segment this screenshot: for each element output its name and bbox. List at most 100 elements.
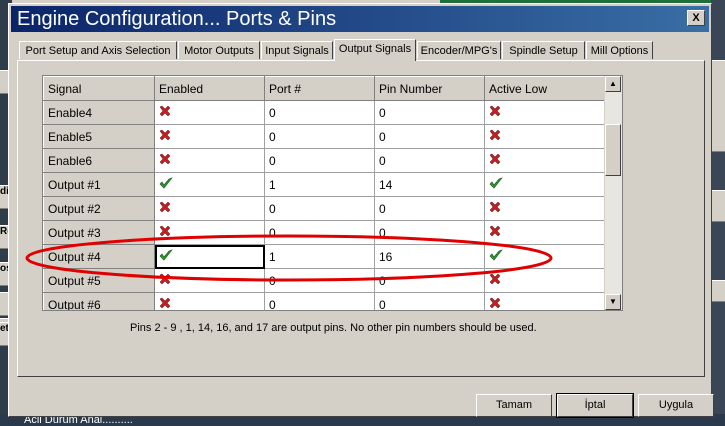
background-right-block [711, 280, 725, 302]
check-icon[interactable] [489, 177, 503, 192]
title-bar[interactable]: Engine Configuration... Ports & Pins X [11, 6, 709, 32]
apply-button[interactable]: Uygula [638, 394, 714, 417]
scroll-down-button[interactable]: ▼ [605, 294, 621, 310]
cell-signal[interactable]: Enable6 [43, 148, 155, 173]
table-row[interactable]: Output #2 0 0 [43, 196, 606, 221]
tab-motor-outputs[interactable]: Motor Outputs [178, 41, 260, 59]
cell-enabled[interactable] [154, 244, 265, 269]
table-row[interactable]: Output #5 0 0 [43, 268, 606, 293]
cell-port[interactable]: 0 [264, 100, 375, 125]
tab-input-signals[interactable]: Input Signals [261, 41, 333, 59]
cell-enabled[interactable] [154, 196, 265, 221]
cell-active-low[interactable] [484, 268, 606, 293]
table-row[interactable]: Output #4 1 16 [43, 244, 606, 269]
tab-encoder-mpg[interactable]: Encoder/MPG's [417, 41, 501, 59]
x-icon[interactable] [159, 201, 171, 216]
output-signals-grid[interactable]: Signal Enabled Port # Pin Number Active … [42, 75, 623, 311]
cell-enabled[interactable] [154, 220, 265, 245]
vertical-scrollbar[interactable]: ▲ ▼ [604, 76, 622, 310]
x-icon[interactable] [489, 153, 501, 168]
cell-pin[interactable]: 0 [374, 100, 485, 125]
cell-pin[interactable]: 14 [374, 172, 485, 197]
table-row[interactable]: Enable6 0 0 [43, 148, 606, 173]
cell-signal[interactable]: Enable4 [43, 100, 155, 125]
cell-pin[interactable]: 0 [374, 268, 485, 293]
x-icon[interactable] [489, 273, 501, 288]
x-icon[interactable] [489, 105, 501, 120]
scroll-thumb[interactable] [605, 124, 621, 176]
cell-active-low[interactable] [484, 124, 606, 149]
cell-active-low[interactable] [484, 172, 606, 197]
cancel-button[interactable]: İptal [556, 393, 634, 418]
cell-pin[interactable]: 0 [374, 124, 485, 149]
output-pins-note: Pins 2 - 9 , 1, 14, 16, and 17 are outpu… [130, 322, 537, 334]
cell-enabled[interactable] [154, 172, 265, 197]
cell-active-low[interactable] [484, 244, 606, 269]
cell-pin[interactable]: 0 [374, 148, 485, 173]
cell-pin[interactable]: 0 [374, 196, 485, 221]
cell-enabled[interactable] [154, 148, 265, 173]
table-row[interactable]: Output #6 0 0 [43, 292, 606, 310]
cell-signal[interactable]: Output #6 [43, 292, 155, 310]
x-icon[interactable] [159, 105, 171, 120]
cell-enabled[interactable] [154, 292, 265, 310]
table-header-row: Signal Enabled Port # Pin Number Active … [43, 76, 606, 101]
cell-port[interactable]: 0 [264, 268, 375, 293]
check-icon[interactable] [159, 249, 173, 264]
cell-signal[interactable]: Output #1 [43, 172, 155, 197]
cell-signal[interactable]: Enable5 [43, 124, 155, 149]
column-header-port[interactable]: Port # [264, 76, 375, 101]
cell-signal[interactable]: Output #4 [43, 244, 155, 269]
tab-spindle-setup[interactable]: Spindle Setup [502, 41, 585, 59]
cell-port[interactable]: 0 [264, 196, 375, 221]
cell-port[interactable]: 0 [264, 148, 375, 173]
close-button[interactable]: X [687, 10, 705, 26]
signals-table: Signal Enabled Port # Pin Number Active … [43, 76, 606, 310]
cell-port[interactable]: 1 [264, 172, 375, 197]
cell-signal[interactable]: Output #2 [43, 196, 155, 221]
tab-mill-options[interactable]: Mill Options [586, 41, 653, 59]
cell-signal[interactable]: Output #5 [43, 268, 155, 293]
x-icon[interactable] [489, 129, 501, 144]
tab-output-signals[interactable]: Output Signals [334, 39, 416, 61]
cell-signal[interactable]: Output #3 [43, 220, 155, 245]
cell-enabled[interactable] [154, 100, 265, 125]
table-row[interactable]: Output #1 1 14 [43, 172, 606, 197]
x-icon[interactable] [159, 153, 171, 168]
cell-port[interactable]: 0 [264, 292, 375, 310]
ok-button[interactable]: Tamam [476, 394, 552, 417]
table-row[interactable]: Output #3 0 0 [43, 220, 606, 245]
background-right-panel [711, 0, 725, 426]
column-header-active-low[interactable]: Active Low [484, 76, 606, 101]
column-header-signal[interactable]: Signal [43, 76, 155, 101]
cell-active-low[interactable] [484, 100, 606, 125]
engine-config-dialog: Engine Configuration... Ports & Pins X P… [8, 3, 714, 418]
check-icon[interactable] [159, 177, 173, 192]
cell-active-low[interactable] [484, 196, 606, 221]
scroll-up-button[interactable]: ▲ [605, 76, 621, 92]
tab-port-setup[interactable]: Port Setup and Axis Selection [19, 41, 177, 59]
table-row[interactable]: Enable4 0 0 [43, 100, 606, 125]
cell-port[interactable]: 0 [264, 124, 375, 149]
x-icon[interactable] [489, 297, 501, 310]
cell-active-low[interactable] [484, 292, 606, 310]
x-icon[interactable] [159, 297, 171, 310]
x-icon[interactable] [159, 225, 171, 240]
cell-pin[interactable]: 0 [374, 220, 485, 245]
cell-active-low[interactable] [484, 220, 606, 245]
cell-pin[interactable]: 16 [374, 244, 485, 269]
x-icon[interactable] [489, 225, 501, 240]
x-icon[interactable] [159, 129, 171, 144]
x-icon[interactable] [489, 201, 501, 216]
cell-port[interactable]: 1 [264, 244, 375, 269]
x-icon[interactable] [159, 273, 171, 288]
table-row[interactable]: Enable5 0 0 [43, 124, 606, 149]
cell-port[interactable]: 0 [264, 220, 375, 245]
cell-active-low[interactable] [484, 148, 606, 173]
column-header-pin[interactable]: Pin Number [374, 76, 485, 101]
check-icon[interactable] [489, 249, 503, 264]
cell-pin[interactable]: 0 [374, 292, 485, 310]
column-header-enabled[interactable]: Enabled [154, 76, 265, 101]
cell-enabled[interactable] [154, 268, 265, 293]
cell-enabled[interactable] [154, 124, 265, 149]
